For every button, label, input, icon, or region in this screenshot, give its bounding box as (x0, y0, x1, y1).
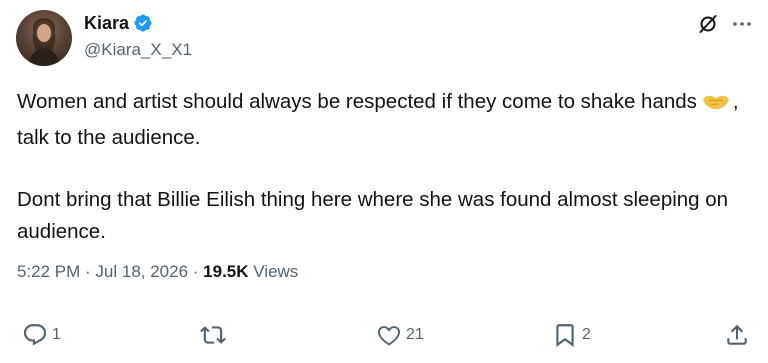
reply-count: 1 (52, 326, 61, 343)
handle[interactable]: @Kiara_X_X1 (84, 40, 192, 60)
meta-separator: · (188, 262, 204, 281)
share-icon (727, 324, 747, 345)
views-label: Views (248, 262, 299, 281)
like-count: 21 (406, 326, 424, 343)
repost-icon (200, 326, 226, 344)
tweet-time[interactable]: 5:22 PM (17, 262, 80, 281)
name-row: Kiara (84, 12, 192, 34)
tweet-paragraph-2: Dont bring that Billie Eilish thing here… (17, 188, 729, 243)
tweet-date[interactable]: Jul 18, 2026 (95, 262, 188, 281)
meta-separator: · (80, 262, 96, 281)
tweet-text: Women and artist should always be respec… (17, 86, 747, 248)
like-button[interactable]: 21 (376, 322, 424, 348)
tweet-card: Kiara @Kiara_X_X1 Women and artist shoul… (0, 0, 768, 363)
bookmark-icon (556, 324, 574, 347)
views-count: 19.5K (203, 262, 249, 281)
avatar[interactable] (16, 10, 72, 66)
handshake-emoji (701, 90, 731, 122)
bookmark-count: 2 (582, 326, 591, 343)
author-block: Kiara @Kiara_X_X1 (84, 12, 192, 60)
share-button[interactable] (724, 322, 750, 348)
like-icon (377, 326, 401, 346)
display-name[interactable]: Kiara (84, 13, 129, 34)
verified-badge-icon (133, 13, 153, 33)
repost-button[interactable] (200, 322, 230, 348)
reply-button[interactable]: 1 (22, 322, 61, 348)
tweet-text-part-1: Women and artist should always be respec… (17, 90, 697, 113)
bookmark-button[interactable]: 2 (552, 322, 591, 348)
action-bar: 1 21 2 (0, 322, 768, 358)
reply-icon (23, 324, 47, 346)
grok-icon[interactable] (696, 12, 720, 36)
top-actions (696, 12, 754, 36)
tweet-paragraph-1: Women and artist should always be respec… (17, 86, 747, 154)
tweet-meta: 5:22 PM · Jul 18, 2026 · 19.5K Views (17, 262, 298, 282)
more-icon[interactable] (730, 12, 754, 36)
